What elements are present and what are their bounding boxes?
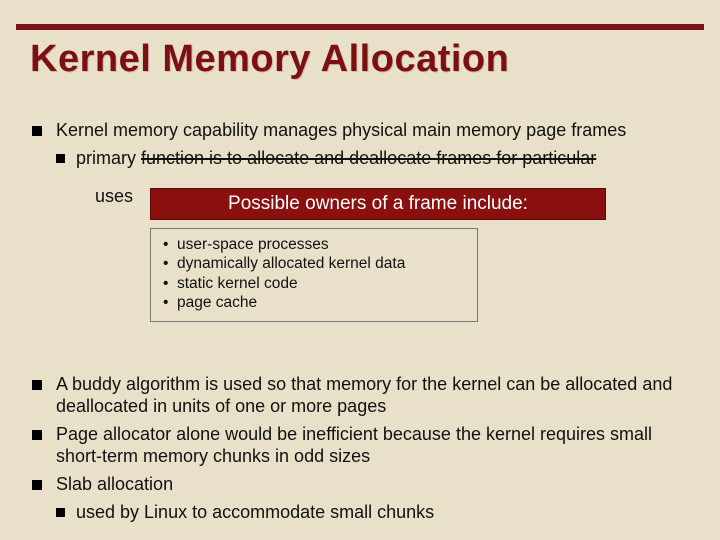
bullet-buddy-algorithm: A buddy algorithm is used so that memory… <box>26 374 694 418</box>
bullet-slab-sub: used by Linux to accommodate small chunk… <box>26 502 694 524</box>
owner-item: dynamically allocated kernel data <box>161 254 467 273</box>
slide-title: Kernel Memory Allocation <box>30 38 700 81</box>
horizontal-rule <box>16 24 704 30</box>
body-upper: Kernel memory capability manages physica… <box>26 120 694 170</box>
body-lower: A buddy algorithm is used so that memory… <box>26 374 694 524</box>
callout-owners-title: Possible owners of a frame include: <box>150 188 606 220</box>
bullet-page-allocator: Page allocator alone would be inefficien… <box>26 424 694 468</box>
slide: Kernel Memory Allocation Kernel memory c… <box>0 0 720 540</box>
bullet-slab-allocation: Slab allocation <box>26 474 694 496</box>
owner-item: user-space processes <box>161 235 467 254</box>
bullet-kernel-memory: Kernel memory capability manages physica… <box>26 120 694 142</box>
text-primary: primary <box>76 148 141 168</box>
owner-item: page cache <box>161 293 467 312</box>
text-strikethrough: function is to allocate and deallocate f… <box>141 148 596 168</box>
owner-item: static kernel code <box>161 274 467 293</box>
text-uses: uses <box>95 186 133 207</box>
owners-box: user-space processes dynamically allocat… <box>150 228 478 322</box>
bullet-primary-function: primary function is to allocate and deal… <box>26 148 694 170</box>
